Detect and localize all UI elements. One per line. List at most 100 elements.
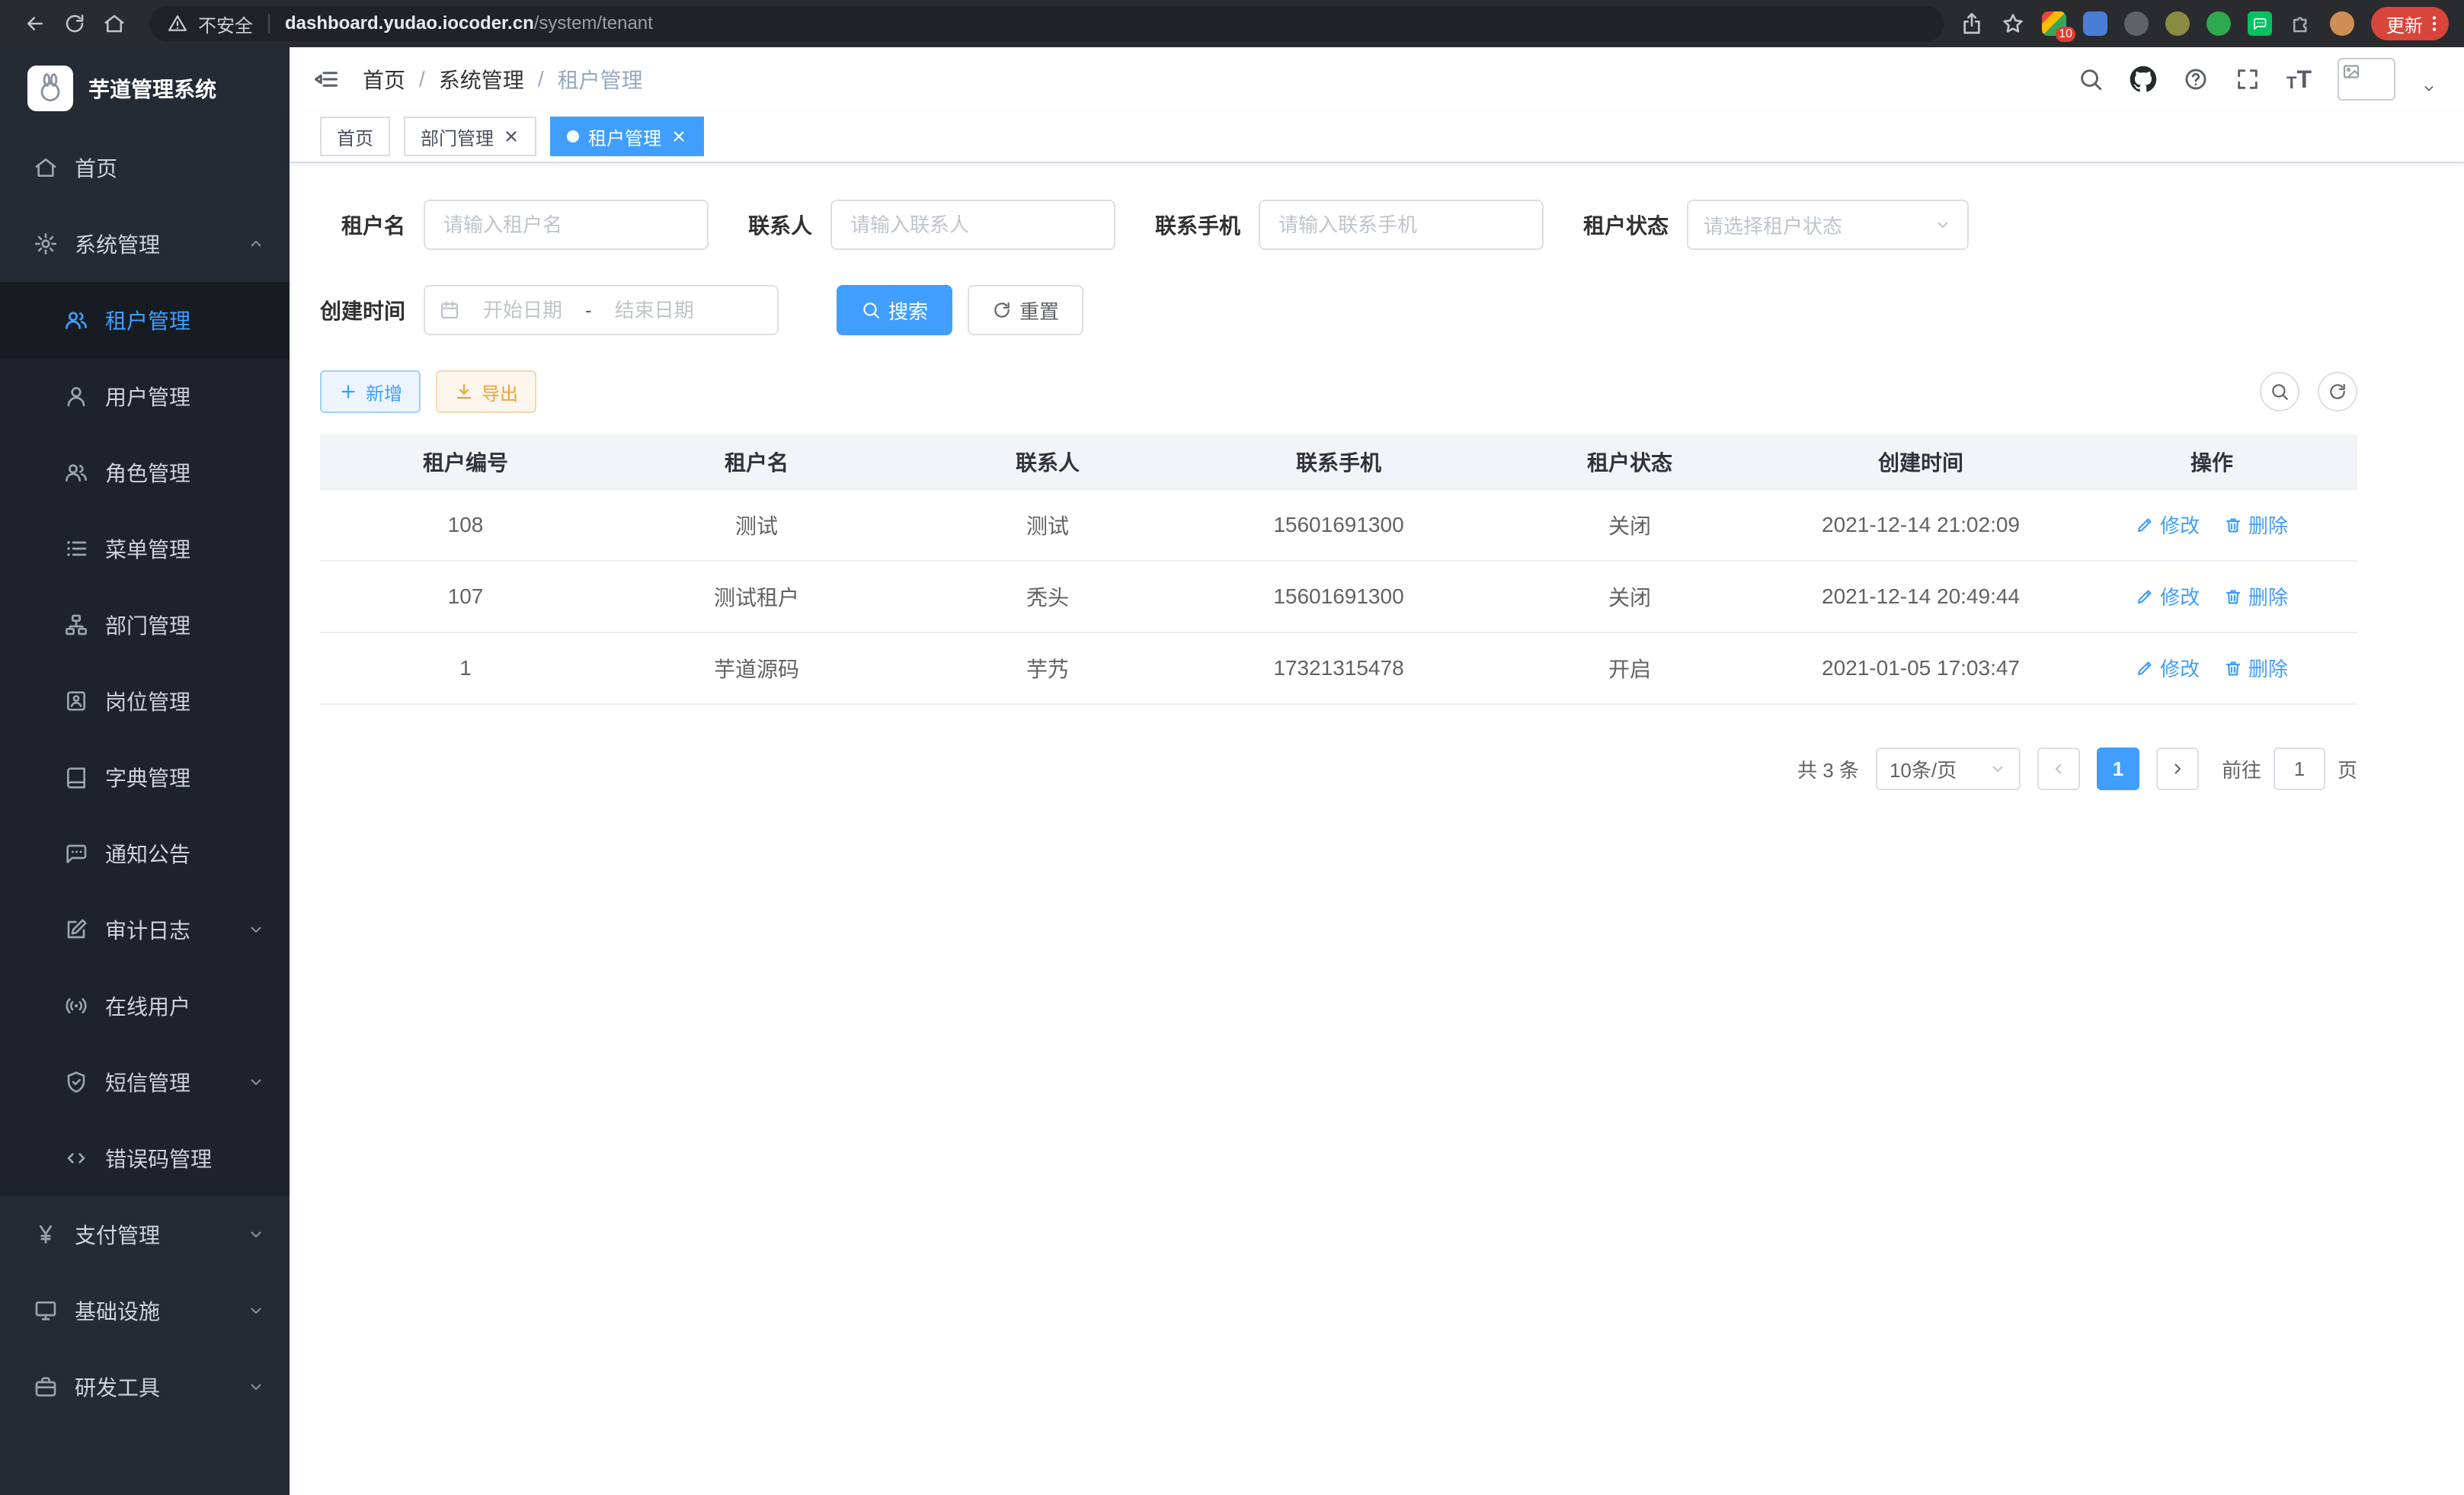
- cell-tenant-name: 测试: [611, 489, 902, 561]
- goto-suffix-label: 页: [2338, 755, 2357, 783]
- browser-reload-button[interactable]: [55, 4, 94, 43]
- add-button[interactable]: 新增: [320, 370, 421, 413]
- delete-link[interactable]: 删除: [2224, 582, 2288, 610]
- font-size-large-glyph: T: [2296, 67, 2312, 91]
- browser-back-button[interactable]: [15, 4, 55, 43]
- filter-row-2: 创建时间 - 搜索 重置: [320, 285, 2357, 335]
- help-icon[interactable]: [2183, 66, 2209, 92]
- breadcrumb-home[interactable]: 首页: [363, 64, 405, 94]
- contact-input[interactable]: [830, 200, 1115, 250]
- delete-link[interactable]: 删除: [2224, 511, 2288, 539]
- header-actions: TT: [2078, 58, 2437, 101]
- extension-icon-6[interactable]: [2248, 11, 2272, 36]
- cell-status: 关闭: [1484, 489, 1775, 561]
- sidebar-collapse-icon[interactable]: [312, 66, 340, 93]
- sidebar-item-label: 短信管理: [105, 1067, 190, 1097]
- date-range-picker[interactable]: -: [424, 285, 779, 335]
- extension-icon-1[interactable]: 10: [2042, 11, 2066, 36]
- close-icon[interactable]: [503, 128, 520, 145]
- search-icon[interactable]: [2078, 66, 2104, 92]
- sidebar-item-notice[interactable]: 通知公告: [0, 815, 290, 892]
- font-size-icon[interactable]: TT: [2286, 67, 2312, 91]
- next-page-button[interactable]: [2156, 748, 2199, 790]
- bookmark-star-icon[interactable]: [2001, 11, 2025, 36]
- extension-icon-3[interactable]: [2124, 11, 2149, 36]
- sidebar-item-user-management[interactable]: 用户管理: [0, 358, 290, 434]
- extensions-puzzle-icon[interactable]: [2289, 11, 2313, 36]
- sidebar-item-home[interactable]: 首页: [0, 130, 290, 206]
- browser-toolbar-right: 10 更新: [1960, 7, 2449, 40]
- font-size-small-glyph: T: [2286, 75, 2296, 91]
- page-size-select[interactable]: 10条/页: [1876, 748, 2021, 790]
- sidebar-item-infrastructure[interactable]: 基础设施: [0, 1273, 290, 1349]
- close-icon[interactable]: [670, 128, 687, 145]
- sidebar-item-role-management[interactable]: 角色管理: [0, 434, 290, 511]
- edit-link[interactable]: 修改: [2136, 654, 2200, 682]
- phone-input[interactable]: [1259, 200, 1544, 250]
- column-header-tenant-name: 租户名: [611, 434, 902, 489]
- delete-link[interactable]: 删除: [2224, 654, 2288, 682]
- prev-page-button[interactable]: [2037, 748, 2080, 790]
- sidebar-item-label: 菜单管理: [105, 533, 190, 564]
- tab-tenant-management[interactable]: 租户管理: [550, 117, 704, 156]
- edit-link[interactable]: 修改: [2136, 582, 2200, 610]
- browser-update-button[interactable]: 更新: [2371, 7, 2449, 40]
- tenant-name-input[interactable]: [424, 200, 709, 250]
- sidebar-item-sms-management[interactable]: 短信管理: [0, 1044, 290, 1120]
- app-window: 芋道管理系统 首页 系统管理 租户管理 用户管理: [0, 47, 2464, 1495]
- sidebar-item-post-management[interactable]: 岗位管理: [0, 663, 290, 739]
- toggle-search-button[interactable]: [2260, 372, 2299, 411]
- reset-button[interactable]: 重置: [968, 285, 1083, 335]
- sidebar-item-menu-management[interactable]: 菜单管理: [0, 511, 290, 587]
- sidebar-item-online-users[interactable]: 在线用户: [0, 968, 290, 1044]
- chevron-down-icon: [1934, 216, 1952, 234]
- share-icon[interactable]: [1960, 11, 1984, 36]
- sidebar-item-dict-management[interactable]: 字典管理: [0, 739, 290, 815]
- user-menu-caret-icon[interactable]: [2421, 81, 2437, 96]
- browser-menu-kebab-icon[interactable]: [2424, 14, 2444, 34]
- column-header-tenant-id: 租户编号: [320, 434, 611, 489]
- edit-link-label: 修改: [2160, 582, 2200, 610]
- fullscreen-icon[interactable]: [2235, 66, 2261, 92]
- app-logo[interactable]: 芋道管理系统: [0, 47, 290, 130]
- extension-icon-4[interactable]: [2165, 11, 2190, 36]
- browser-profile-avatar[interactable]: [2330, 11, 2354, 36]
- address-bar[interactable]: 不安全 dashboard.yudao.iocoder.cn/system/te…: [149, 6, 1944, 41]
- refresh-table-button[interactable]: [2318, 372, 2357, 411]
- sidebar-item-label: 岗位管理: [105, 686, 190, 716]
- sidebar-item-department-management[interactable]: 部门管理: [0, 587, 290, 663]
- status-label: 租户状态: [1583, 210, 1669, 240]
- status-select[interactable]: 请选择租户状态: [1687, 200, 1969, 250]
- sidebar-item-error-code-management[interactable]: 错误码管理: [0, 1120, 290, 1196]
- tab-home[interactable]: 首页: [320, 117, 390, 156]
- avatar[interactable]: [2338, 58, 2395, 101]
- status-select-placeholder: 请选择租户状态: [1704, 211, 1842, 239]
- briefcase-icon: [34, 1375, 58, 1399]
- status-field-group: 租户状态 请选择租户状态: [1583, 200, 1969, 250]
- add-button-label: 新增: [366, 379, 402, 405]
- sidebar-item-label: 通知公告: [105, 838, 190, 869]
- goto-prefix-label: 前往: [2222, 755, 2261, 783]
- sidebar-item-audit-log[interactable]: 审计日志: [0, 892, 290, 968]
- sidebar-item-system-management[interactable]: 系统管理: [0, 206, 290, 282]
- end-date-input[interactable]: [592, 299, 717, 322]
- main-area: 首页 系统管理 租户管理 TT 首页: [290, 47, 2464, 1495]
- goto-page-input[interactable]: [2274, 748, 2325, 790]
- github-icon[interactable]: [2130, 66, 2157, 93]
- tab-department-management[interactable]: 部门管理: [404, 117, 536, 156]
- extension-icon-2[interactable]: [2083, 11, 2107, 36]
- sidebar-item-label: 角色管理: [105, 457, 190, 488]
- export-button[interactable]: 导出: [436, 370, 536, 413]
- search-button[interactable]: 搜索: [837, 285, 952, 335]
- active-tab-dot: [567, 130, 579, 142]
- sidebar-item-payment-management[interactable]: 支付管理: [0, 1196, 290, 1273]
- sidebar-item-dev-tools[interactable]: 研发工具: [0, 1349, 290, 1425]
- start-date-input[interactable]: [460, 299, 585, 322]
- page-number-1[interactable]: 1: [2097, 748, 2139, 790]
- monitor-icon: [34, 1298, 58, 1323]
- book-icon: [64, 765, 88, 789]
- extension-icon-5[interactable]: [2206, 11, 2231, 36]
- sidebar-item-tenant-management[interactable]: 租户管理: [0, 282, 290, 358]
- edit-link[interactable]: 修改: [2136, 511, 2200, 539]
- browser-home-button[interactable]: [94, 4, 134, 43]
